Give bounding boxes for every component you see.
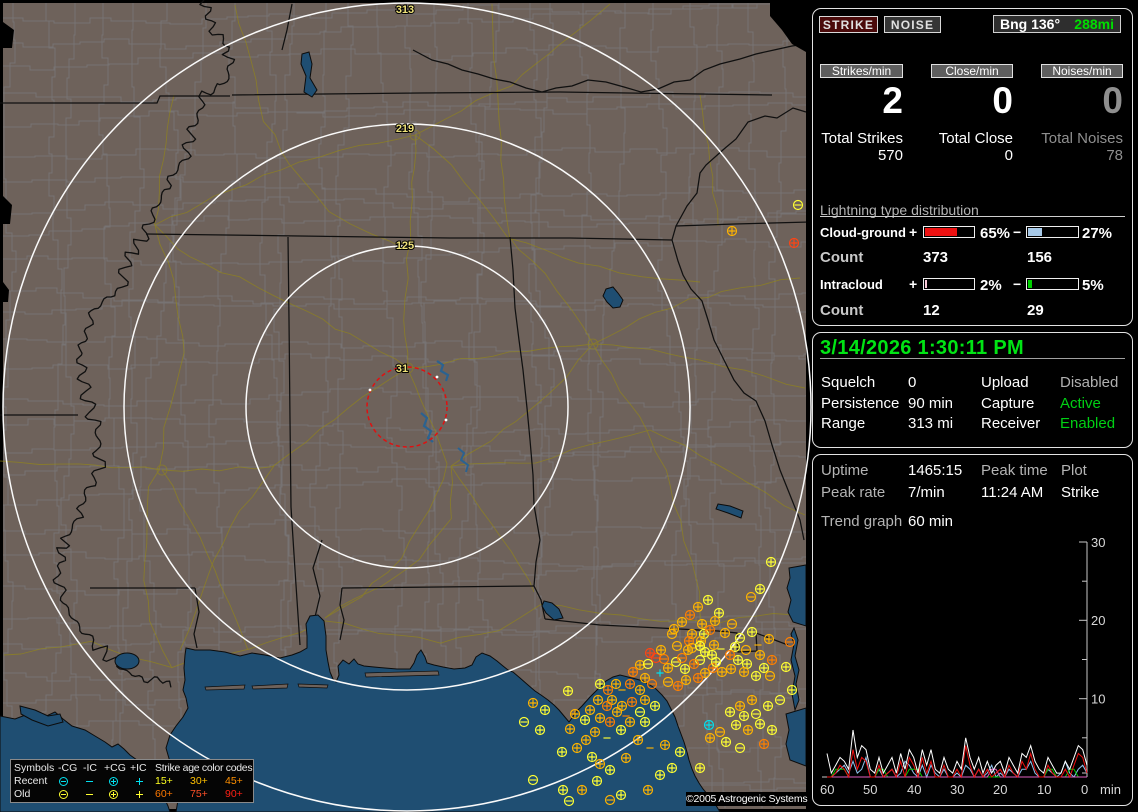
svg-text:30: 30 <box>950 782 964 797</box>
svg-text:60: 60 <box>820 782 834 797</box>
svg-text:31: 31 <box>396 363 408 375</box>
svg-text:50: 50 <box>863 782 877 797</box>
svg-text:219: 219 <box>396 123 414 135</box>
svg-text:40: 40 <box>907 782 921 797</box>
svg-text:20: 20 <box>993 782 1007 797</box>
svg-text:10: 10 <box>1091 692 1105 707</box>
svg-text:0: 0 <box>1081 782 1088 797</box>
svg-text:30: 30 <box>1091 535 1105 550</box>
svg-text:125: 125 <box>396 240 414 252</box>
svg-text:min: min <box>1100 782 1121 797</box>
svg-text:10: 10 <box>1037 782 1051 797</box>
svg-text:313: 313 <box>396 4 414 16</box>
svg-text:20: 20 <box>1091 613 1105 628</box>
